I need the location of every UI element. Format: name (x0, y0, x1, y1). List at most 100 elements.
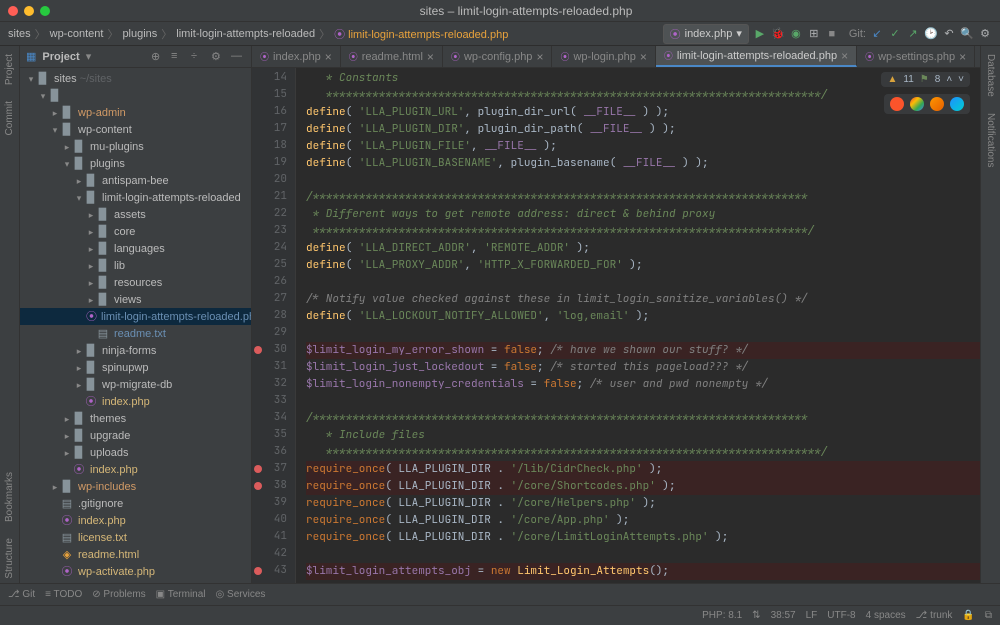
settings-icon[interactable]: ⚙ (211, 50, 225, 64)
minimize-window-icon[interactable] (24, 6, 34, 16)
line-number[interactable]: 24 (252, 240, 295, 257)
code-line[interactable]: define( 'LLA_PLUGIN_BASENAME', plugin_ba… (306, 155, 980, 172)
tree-row[interactable]: ▸▉upgrade (20, 427, 251, 444)
line-number[interactable]: 14 (252, 70, 295, 87)
status-php[interactable]: PHP: 8.1 (702, 610, 742, 621)
structure-tool-button[interactable]: Structure (4, 534, 15, 583)
close-tab-icon[interactable]: × (325, 50, 332, 64)
line-number[interactable]: 21 (252, 189, 295, 206)
tree-row[interactable]: ▤.gitignore (20, 495, 251, 512)
line-number[interactable]: 26 (252, 274, 295, 291)
tree-row[interactable]: ▾▉wp-content (20, 121, 251, 138)
code-line[interactable]: define( 'LLA_PROXY_ADDR', 'HTTP_X_FORWAR… (306, 257, 980, 274)
project-tree[interactable]: ▾▉sites ~/sites▾▉▸▉wp-admin▾▉wp-content▸… (20, 68, 251, 583)
code-line[interactable] (306, 325, 980, 342)
debug-button[interactable]: 🐞 (771, 27, 785, 41)
tree-row[interactable]: ⦿index.php (20, 512, 251, 529)
breadcrumb-item[interactable]: sites (8, 28, 31, 40)
line-number[interactable]: 23 (252, 223, 295, 240)
database-tool-button[interactable]: Database (985, 50, 996, 101)
line-number[interactable]: 22 (252, 206, 295, 223)
line-number[interactable]: 34 (252, 410, 295, 427)
code-line[interactable]: ****************************************… (306, 87, 980, 104)
editor-code[interactable]: * Constants ****************************… (296, 68, 980, 583)
line-number[interactable]: 41 (252, 529, 295, 546)
collapse-all-icon[interactable]: ÷ (191, 50, 205, 64)
breakpoint-icon[interactable] (254, 567, 262, 575)
code-line[interactable]: /***************************************… (306, 189, 980, 206)
line-number[interactable]: 42 (252, 546, 295, 563)
tree-row[interactable]: ▸▉views (20, 291, 251, 308)
editor-tab[interactable]: ⦿readme.html× (341, 46, 443, 67)
code-line[interactable] (306, 393, 980, 410)
code-line[interactable]: define( 'LLA_PLUGIN_DIR', plugin_dir_pat… (306, 121, 980, 138)
code-line[interactable]: * Include files (306, 427, 980, 444)
code-line[interactable]: require_once( LLA_PLUGIN_DIR . '/lib/Cid… (306, 461, 980, 478)
tree-row[interactable]: ▸▉mu-plugins (20, 138, 251, 155)
line-number[interactable]: 38 (252, 478, 295, 495)
status-cursor-pos[interactable]: 38:57 (771, 610, 796, 621)
settings-icon[interactable]: ⚙ (978, 27, 992, 41)
line-number[interactable]: 32 (252, 376, 295, 393)
tree-row[interactable]: ▾▉plugins (20, 155, 251, 172)
breakpoint-icon[interactable] (254, 465, 262, 473)
tree-row[interactable]: ▾▉sites ~/sites (20, 70, 251, 87)
line-number[interactable]: 25 (252, 257, 295, 274)
code-line[interactable]: define( 'LLA_PLUGIN_FILE', __FILE__ ); (306, 138, 980, 155)
tree-row[interactable]: ⦿index.php (20, 461, 251, 478)
close-tab-icon[interactable]: × (536, 50, 543, 64)
tree-row[interactable]: ▸▉wp-migrate-db (20, 376, 251, 393)
editor-tab[interactable]: ⦿limit-login-attempts-reloaded.php× (656, 46, 857, 67)
tree-row[interactable]: ▸▉uploads (20, 444, 251, 461)
code-line[interactable]: * Constants (306, 70, 980, 87)
git-tool-button[interactable]: ⎇ Git (8, 589, 35, 600)
browser-safari-icon[interactable] (950, 97, 964, 111)
tree-row[interactable]: ▸▉assets (20, 206, 251, 223)
line-number[interactable]: 16 (252, 104, 295, 121)
editor-tab[interactable]: ⦿wp-login.php× (552, 46, 655, 67)
expand-all-icon[interactable]: ≡ (171, 50, 185, 64)
code-line[interactable]: ****************************************… (306, 223, 980, 240)
line-number[interactable]: 19 (252, 155, 295, 172)
tree-row[interactable]: ▾▉ (20, 87, 251, 104)
tree-row[interactable]: ▸▉spinupwp (20, 359, 251, 376)
tree-row[interactable]: ▸▉wp-admin (20, 104, 251, 121)
vcs-commit-icon[interactable]: ✓ (888, 27, 902, 41)
line-number[interactable]: 33 (252, 393, 295, 410)
close-tab-icon[interactable]: × (427, 50, 434, 64)
line-number[interactable]: 36 (252, 444, 295, 461)
search-everywhere-icon[interactable]: 🔍 (960, 27, 974, 41)
close-tab-icon[interactable]: × (959, 50, 966, 64)
tree-row[interactable]: ▸▉resources (20, 274, 251, 291)
line-number[interactable]: 15 (252, 87, 295, 104)
code-line[interactable] (306, 172, 980, 189)
breadcrumbs[interactable]: sites〉wp-content〉plugins〉limit-login-att… (8, 26, 659, 42)
code-line[interactable]: define( 'LLA_DIRECT_ADDR', 'REMOTE_ADDR'… (306, 240, 980, 257)
vcs-update-icon[interactable]: ↙ (870, 27, 884, 41)
project-view-icon[interactable]: ▦ (26, 50, 36, 63)
maximize-window-icon[interactable] (40, 6, 50, 16)
problems-tool-button[interactable]: ⊘ Problems (92, 589, 145, 600)
line-number[interactable]: 29 (252, 325, 295, 342)
vcs-rollback-icon[interactable]: ↶ (942, 27, 956, 41)
breakpoint-icon[interactable] (254, 482, 262, 490)
tree-row[interactable]: ▸▉core (20, 223, 251, 240)
code-line[interactable]: require_once( LLA_PLUGIN_DIR . '/core/Ap… (306, 512, 980, 529)
tree-row[interactable]: ▾▉limit-login-attempts-reloaded (20, 189, 251, 206)
tree-row[interactable]: ⦿wp-activate.php (20, 563, 251, 580)
chevron-down-icon[interactable]: ˅ (958, 74, 964, 85)
close-tab-icon[interactable]: × (841, 49, 848, 63)
run-button[interactable]: ▶ (753, 27, 767, 41)
chevron-down-icon[interactable]: ▾ (86, 50, 92, 63)
vcs-push-icon[interactable]: ↗ (906, 27, 920, 41)
browser-brave-icon[interactable] (890, 97, 904, 111)
chevron-up-icon[interactable]: ˄ (946, 74, 952, 85)
breadcrumb-item[interactable]: plugins (122, 28, 157, 40)
code-line[interactable]: * Different ways to get remote address: … (306, 206, 980, 223)
code-line[interactable]: /***************************************… (306, 410, 980, 427)
status-encoding[interactable]: UTF-8 (827, 610, 855, 621)
services-tool-button[interactable]: ◎ Services (216, 589, 266, 600)
select-opened-file-icon[interactable]: ⊕ (151, 50, 165, 64)
tree-row[interactable]: ▸▉themes (20, 410, 251, 427)
line-number[interactable]: 27 (252, 291, 295, 308)
